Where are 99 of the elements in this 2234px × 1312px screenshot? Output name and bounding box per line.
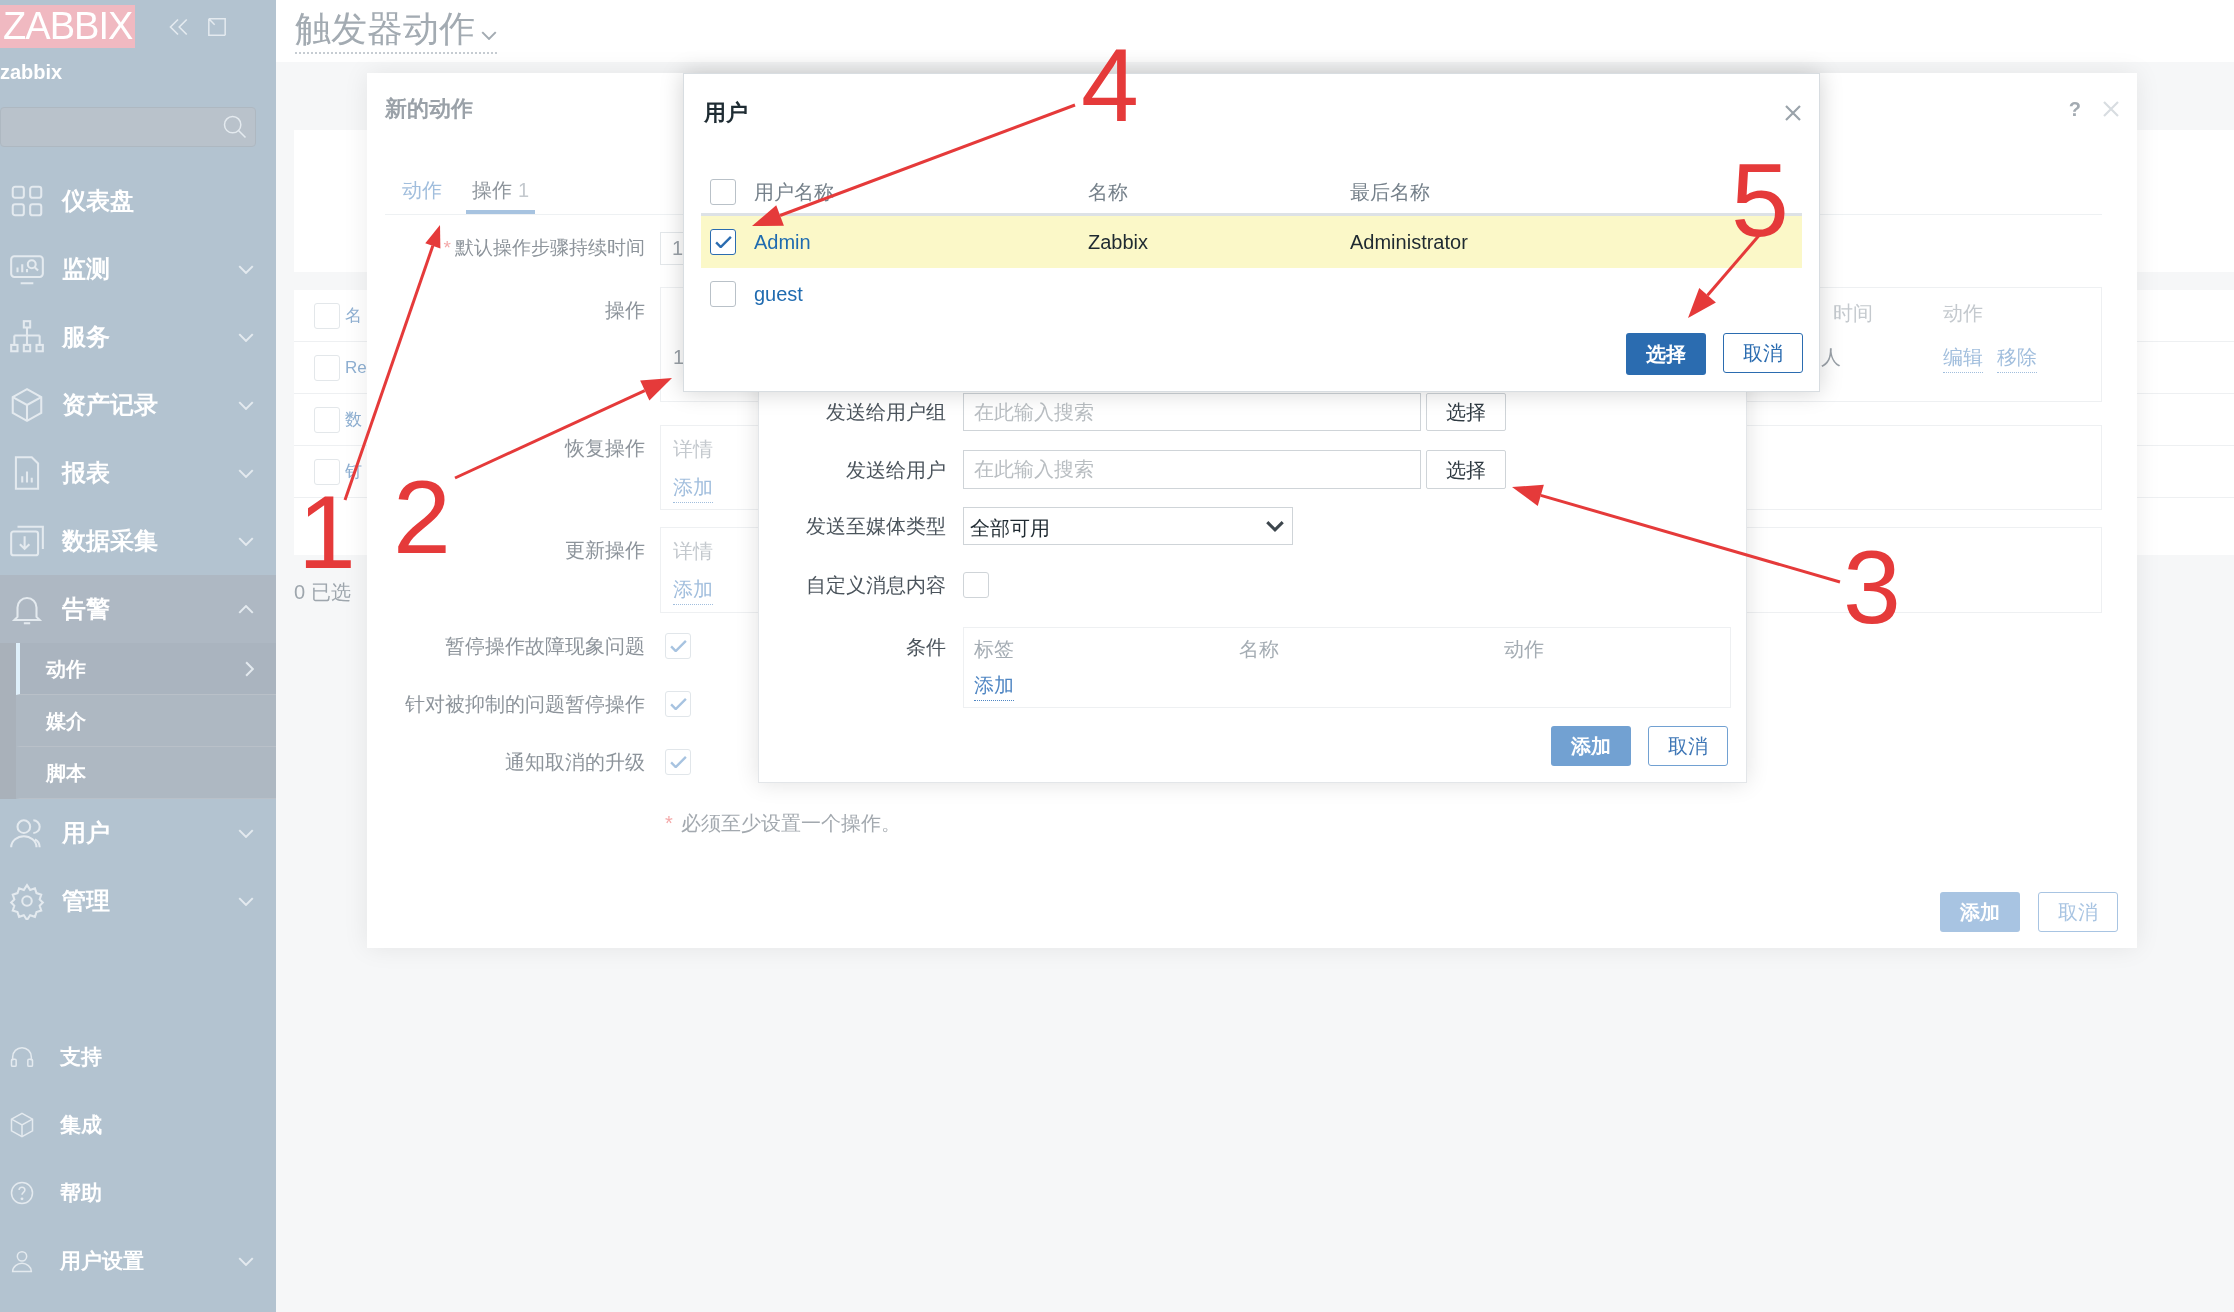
page-title[interactable]: 触发器动作 <box>295 8 497 54</box>
chevron-icon <box>238 332 254 342</box>
user-link[interactable]: Admin <box>754 227 811 257</box>
column-header: 名称 <box>1088 179 1128 205</box>
primary-button[interactable]: 添加 <box>1940 892 2020 932</box>
add-link[interactable]: 添加 <box>673 472 713 503</box>
column-header: 最后名称 <box>1350 179 1430 205</box>
chevron-icon <box>245 660 254 677</box>
chevron-icon <box>238 1256 254 1266</box>
table-cell-text: 人 <box>1821 345 1841 370</box>
chevron-icon <box>238 400 254 410</box>
submenu-item[interactable]: 媒介 <box>16 695 276 747</box>
field-label: 条件 <box>906 635 946 660</box>
checkbox[interactable] <box>710 178 736 205</box>
submenu-item[interactable]: 动作 <box>16 643 276 695</box>
logo: ZABBIX <box>0 5 136 48</box>
submenu-item[interactable]: 脚本 <box>16 747 276 799</box>
menu-item[interactable]: 告警 <box>0 575 276 643</box>
check-icon <box>669 698 687 710</box>
menu-item[interactable]: 报表 <box>0 439 276 507</box>
table-cell[interactable]: 数 <box>345 406 362 433</box>
column-header: 名称 <box>1239 637 1279 662</box>
field-label: 恢复操作 <box>565 436 645 461</box>
required-note: * 必须至少设置一个操作。 <box>665 811 901 836</box>
tab[interactable]: 动作 <box>385 165 459 214</box>
chevron-icon <box>238 264 254 274</box>
cancel-button[interactable]: 取消 <box>2038 892 2118 932</box>
selected-count: 0 已选 <box>294 580 351 605</box>
checkbox[interactable] <box>710 281 736 307</box>
field-label: 自定义消息内容 <box>806 573 946 598</box>
column-header: 详情 <box>673 539 713 564</box>
field-label: 发送给用户 <box>846 457 946 483</box>
table-cell[interactable]: Re <box>345 354 367 381</box>
help-icon <box>8 1179 36 1207</box>
check-icon <box>714 236 732 248</box>
check-icon <box>669 756 687 768</box>
menu-item[interactable]: 资产记录 <box>0 371 276 439</box>
user-link[interactable]: guest <box>754 279 803 309</box>
field-label: 更新操作 <box>565 538 645 563</box>
chevron-icon <box>238 828 254 838</box>
step-number: 3 <box>1843 548 1901 626</box>
checkbox[interactable] <box>710 229 736 255</box>
menu-item[interactable]: 仪表盘 <box>0 167 276 235</box>
menu-item[interactable]: 帮助 <box>0 1159 276 1227</box>
field-label: 通知取消的升级 <box>505 750 645 775</box>
check-icon <box>669 640 687 652</box>
step-number: 4 <box>1081 46 1139 124</box>
tab[interactable]: 操作 1 <box>466 165 536 214</box>
table-cell-text: Administrator <box>1350 230 1468 255</box>
chevron-icon <box>238 536 254 546</box>
primary-button[interactable]: 添加 <box>1551 726 1631 766</box>
menu-item[interactable]: 数据采集 <box>0 507 276 575</box>
primary-button[interactable]: 选择 <box>1626 333 1706 375</box>
field-label: * 默认操作步骤持续时间 <box>443 236 645 261</box>
field-label: 针对被抑制的问题暂停操作 <box>405 692 645 717</box>
field-label: 暂停操作故障现象问题 <box>445 634 645 659</box>
menu-item[interactable]: 管理 <box>0 867 276 935</box>
column-header: 名 <box>345 304 362 327</box>
menu-item[interactable]: 服务 <box>0 303 276 371</box>
column-header: 标签 <box>974 637 1014 662</box>
search-field[interactable] <box>0 107 256 147</box>
dialog-title: 用户 <box>704 99 748 127</box>
column-header: 动作 <box>1504 637 1544 662</box>
menu-item[interactable]: 监测 <box>0 235 276 303</box>
search-icon <box>221 113 249 141</box>
step-number: 1 <box>298 493 356 571</box>
step-number: 2 <box>393 478 451 556</box>
column-header: 动作 <box>1943 301 1983 326</box>
server-name: zabbix <box>0 60 63 84</box>
chevron-icon <box>238 896 254 906</box>
field-label: 操作 <box>605 298 645 323</box>
select-button[interactable]: 选择 <box>1426 450 1506 489</box>
menu-item[interactable]: 支持 <box>0 1023 276 1091</box>
link[interactable]: 移除 <box>1997 342 2037 373</box>
help-button[interactable]: ? <box>2068 93 2081 124</box>
field-label: 发送至媒体类型 <box>806 514 946 539</box>
dialog-title: 新的动作 <box>385 95 473 123</box>
add-link[interactable]: 添加 <box>974 670 1014 701</box>
column-header: 详情 <box>673 437 713 462</box>
menu-item[interactable]: 用户设置 <box>0 1227 276 1295</box>
column-header: 时间 <box>1833 301 1873 326</box>
menu-item[interactable]: 集成 <box>0 1091 276 1159</box>
select-button[interactable]: 选择 <box>1426 393 1506 431</box>
cancel-button[interactable]: 取消 <box>1648 726 1728 766</box>
link[interactable]: 编辑 <box>1943 342 1983 373</box>
table-cell-text: Zabbix <box>1088 230 1149 255</box>
chevron-icon <box>481 30 497 40</box>
field-label: 发送给用户组 <box>826 400 946 425</box>
gear-icon <box>8 882 46 920</box>
search-field[interactable]: 在此输入搜索 <box>963 450 1421 489</box>
menu-item[interactable]: 用户 <box>0 799 276 867</box>
cancel-button[interactable]: 取消 <box>1723 333 1803 373</box>
chevron-icon <box>238 604 254 614</box>
chevron-icon <box>238 468 254 478</box>
table-cell-text: 1 <box>673 345 685 370</box>
dropdown[interactable]: 全部可用 <box>963 507 1293 545</box>
add-link[interactable]: 添加 <box>673 574 713 605</box>
cube-icon <box>8 1111 36 1139</box>
search-field[interactable]: 在此输入搜索 <box>963 393 1421 431</box>
